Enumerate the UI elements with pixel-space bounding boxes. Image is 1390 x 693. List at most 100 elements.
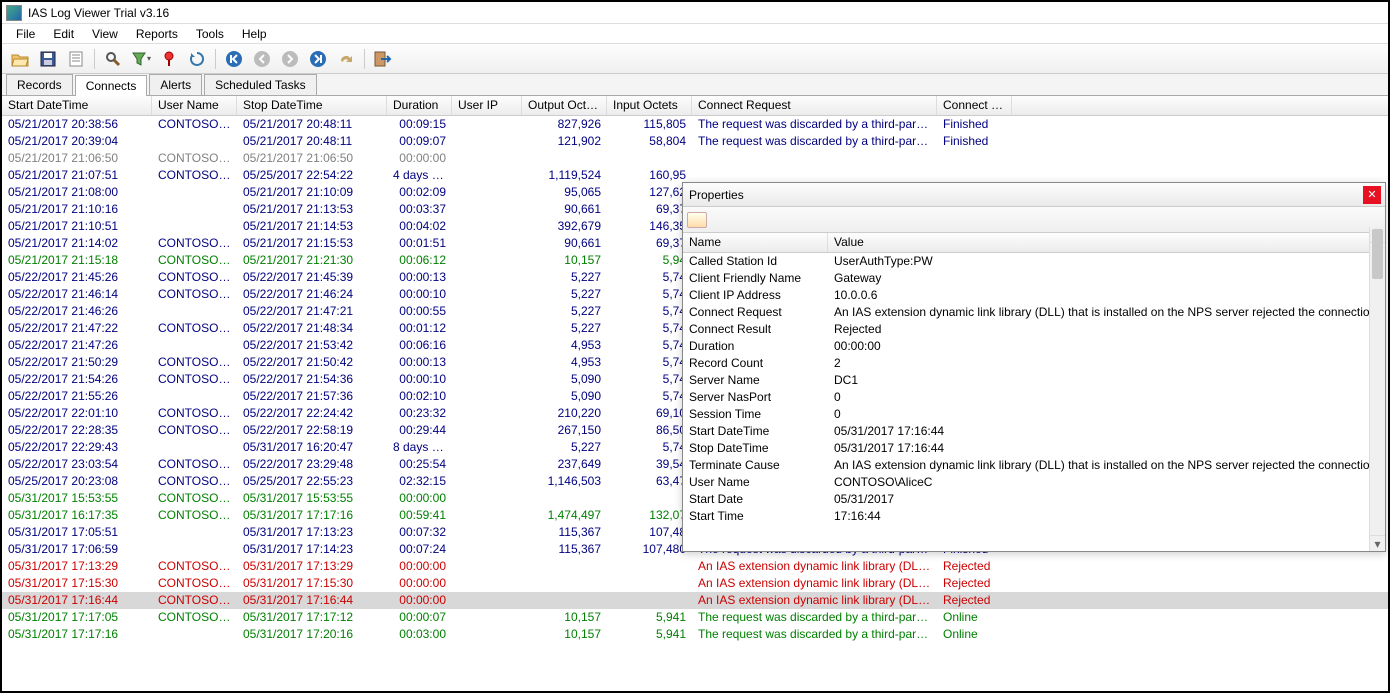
menu-tools[interactable]: Tools — [188, 25, 232, 43]
col-header[interactable]: Duration — [387, 96, 452, 115]
col-header[interactable]: User IP — [452, 96, 522, 115]
prop-name: Client Friendly Name — [683, 270, 828, 287]
prop-row[interactable]: Server NasPort0 — [683, 389, 1385, 406]
cell-stop: 05/22/2017 21:48:34 — [237, 320, 387, 337]
cell-uip — [452, 558, 522, 575]
cell-out: 5,090 — [522, 388, 607, 405]
col-header[interactable]: Output Octets — [522, 96, 607, 115]
cell-in: 5,74 — [607, 269, 692, 286]
categorize-icon[interactable] — [687, 212, 707, 228]
cell-req: An IAS extension dynamic link library (D… — [692, 575, 937, 592]
cell-dur: 00:23:32 — [387, 405, 452, 422]
prop-row[interactable]: Start Time17:16:44 — [683, 508, 1385, 525]
prop-row[interactable]: Connect ResultRejected — [683, 321, 1385, 338]
nav-next-icon[interactable] — [278, 47, 302, 71]
table-row[interactable]: 05/21/2017 20:38:56CONTOSO\AliceC05/21/2… — [2, 116, 1388, 133]
properties-panel[interactable]: Properties ✕ Name Value Called Station I… — [682, 182, 1386, 552]
redo-icon[interactable] — [334, 47, 358, 71]
cell-res: Finished — [937, 116, 1012, 133]
cell-out — [522, 558, 607, 575]
pin-icon[interactable] — [157, 47, 181, 71]
cell-user: CONTOSO\AliceC — [152, 507, 237, 524]
prop-row[interactable]: Connect RequestAn IAS extension dynamic … — [683, 304, 1385, 321]
prop-row[interactable]: Session Time0 — [683, 406, 1385, 423]
nav-last-icon[interactable] — [306, 47, 330, 71]
cell-out: 10,157 — [522, 252, 607, 269]
tab-connects[interactable]: Connects — [75, 75, 148, 96]
menu-file[interactable]: File — [8, 25, 43, 43]
tab-scheduled-tasks[interactable]: Scheduled Tasks — [204, 74, 317, 95]
report-icon[interactable] — [64, 47, 88, 71]
tab-records[interactable]: Records — [6, 74, 73, 95]
cell-uip — [452, 490, 522, 507]
menu-view[interactable]: View — [84, 25, 126, 43]
table-row[interactable]: 05/31/2017 17:17:05CONTOSO\AliceC05/31/2… — [2, 609, 1388, 626]
cell-uip — [452, 167, 522, 184]
cell-uip — [452, 405, 522, 422]
cell-out: 827,926 — [522, 116, 607, 133]
menu-reports[interactable]: Reports — [128, 25, 186, 43]
table-row[interactable]: 05/31/2017 17:13:29CONTOSO\AliceC05/31/2… — [2, 558, 1388, 575]
table-row[interactable]: 05/31/2017 17:16:44CONTOSO\AliceC05/31/2… — [2, 592, 1388, 609]
scroll-thumb[interactable] — [1372, 229, 1383, 279]
col-header[interactable]: User Name — [152, 96, 237, 115]
nav-first-icon[interactable] — [222, 47, 246, 71]
prop-row[interactable]: Record Count2 — [683, 355, 1385, 372]
cell-in: 5,74 — [607, 371, 692, 388]
save-icon[interactable] — [36, 47, 60, 71]
menu-help[interactable]: Help — [234, 25, 275, 43]
prop-row[interactable]: Called Station IdUserAuthType:PW — [683, 253, 1385, 270]
table-row[interactable]: 05/31/2017 17:17:1605/31/2017 17:20:1600… — [2, 626, 1388, 643]
toolbar: ▾ — [2, 44, 1388, 74]
col-header[interactable]: Input Octets — [607, 96, 692, 115]
cell-in: 160,95 — [607, 167, 692, 184]
exit-icon[interactable] — [371, 47, 395, 71]
cell-out: 237,649 — [522, 456, 607, 473]
cell-in — [607, 558, 692, 575]
cell-out: 392,679 — [522, 218, 607, 235]
scroll-down-icon[interactable]: ▾ — [1370, 535, 1385, 551]
table-row[interactable]: 05/21/2017 21:06:50CONTOSO\AliceC05/21/2… — [2, 150, 1388, 167]
prop-row[interactable]: User NameCONTOSO\AliceC — [683, 474, 1385, 491]
prop-row[interactable]: Duration00:00:00 — [683, 338, 1385, 355]
cell-uip — [452, 575, 522, 592]
prop-row[interactable]: Terminate CauseAn IAS extension dynamic … — [683, 457, 1385, 474]
col-header[interactable]: Stop DateTime — [237, 96, 387, 115]
open-icon[interactable] — [8, 47, 32, 71]
table-row[interactable]: 05/31/2017 17:15:30CONTOSO\AliceC05/31/2… — [2, 575, 1388, 592]
cell-res: Rejected — [937, 575, 1012, 592]
cell-stop: 05/22/2017 21:54:36 — [237, 371, 387, 388]
close-icon[interactable]: ✕ — [1363, 186, 1381, 204]
col-header[interactable]: Connect Re... — [937, 96, 1012, 115]
properties-titlebar[interactable]: Properties ✕ — [683, 183, 1385, 207]
cell-user — [152, 626, 237, 643]
cell-dur: 00:03:37 — [387, 201, 452, 218]
prop-row[interactable]: Client Friendly NameGateway — [683, 270, 1385, 287]
cell-out: 90,661 — [522, 235, 607, 252]
col-header[interactable]: Connect Request — [692, 96, 937, 115]
prop-name: Start Time — [683, 508, 828, 525]
prop-row[interactable]: Start Date05/31/2017 — [683, 491, 1385, 508]
cell-res — [937, 150, 1012, 167]
prop-value: 10.0.0.6 — [828, 287, 1385, 304]
tab-alerts[interactable]: Alerts — [149, 74, 202, 95]
search-icon[interactable] — [101, 47, 125, 71]
properties-body[interactable]: Called Station IdUserAuthType:PWClient F… — [683, 253, 1385, 551]
cell-user — [152, 388, 237, 405]
col-header[interactable]: Start DateTime — [2, 96, 152, 115]
nav-prev-icon[interactable] — [250, 47, 274, 71]
props-scrollbar[interactable]: ▴ ▾ — [1369, 227, 1385, 551]
refresh-icon[interactable] — [185, 47, 209, 71]
cell-stop: 05/22/2017 21:53:42 — [237, 337, 387, 354]
cell-in — [607, 575, 692, 592]
menu-edit[interactable]: Edit — [45, 25, 82, 43]
prop-row[interactable]: Server NameDC1 — [683, 372, 1385, 389]
filter-icon[interactable]: ▾ — [129, 47, 153, 71]
table-row[interactable]: 05/21/2017 20:39:0405/21/2017 20:48:1100… — [2, 133, 1388, 150]
cell-uip — [452, 133, 522, 150]
prop-row[interactable]: Start DateTime05/31/2017 17:16:44 — [683, 423, 1385, 440]
prop-row[interactable]: Client IP Address10.0.0.6 — [683, 287, 1385, 304]
cell-uip — [452, 507, 522, 524]
prop-row[interactable]: Stop DateTime05/31/2017 17:16:44 — [683, 440, 1385, 457]
cell-user: CONTOSO\AliceC — [152, 490, 237, 507]
